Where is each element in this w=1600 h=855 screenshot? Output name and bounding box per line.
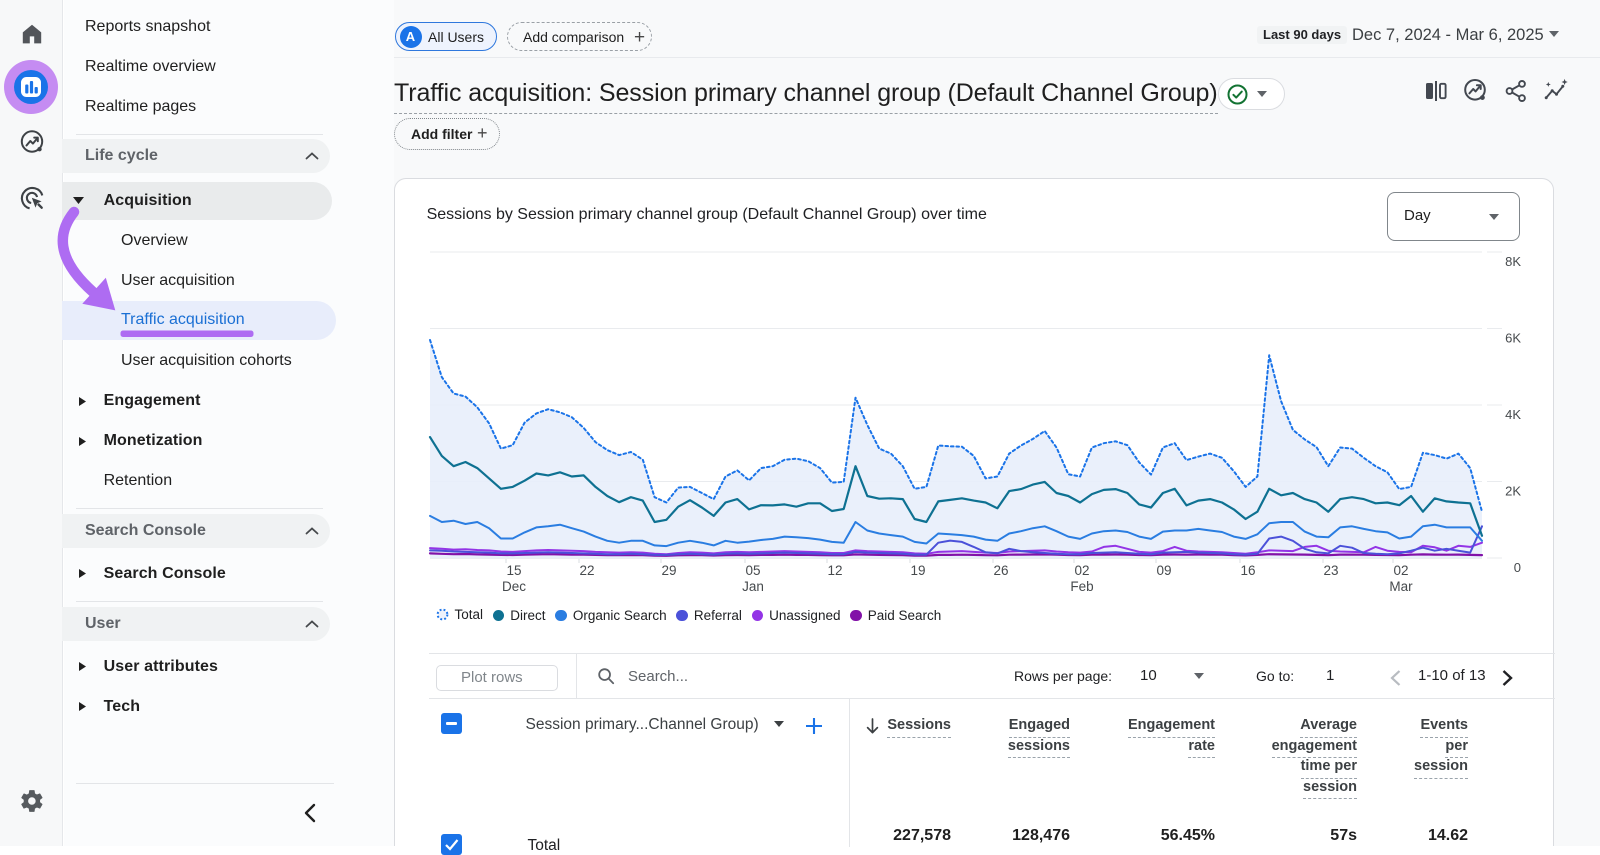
svg-text:Mar: Mar	[1389, 579, 1413, 594]
svg-text:02: 02	[1393, 563, 1408, 578]
svg-text:Dec: Dec	[502, 579, 526, 594]
svg-text:4K: 4K	[1505, 407, 1521, 422]
svg-text:29: 29	[661, 563, 676, 578]
svg-text:19: 19	[910, 563, 925, 578]
svg-text:Feb: Feb	[1070, 579, 1093, 594]
svg-text:8K: 8K	[1505, 254, 1521, 269]
svg-text:02: 02	[1074, 563, 1089, 578]
svg-text:2K: 2K	[1505, 484, 1521, 499]
svg-text:0: 0	[1514, 560, 1521, 575]
svg-text:05: 05	[745, 563, 760, 578]
svg-text:Jan: Jan	[742, 579, 764, 594]
svg-text:23: 23	[1323, 563, 1338, 578]
svg-text:09: 09	[1156, 563, 1171, 578]
svg-text:15: 15	[506, 563, 521, 578]
svg-text:16: 16	[1240, 563, 1255, 578]
svg-text:6K: 6K	[1505, 331, 1521, 346]
svg-text:26: 26	[993, 563, 1008, 578]
svg-text:12: 12	[827, 563, 842, 578]
svg-text:22: 22	[579, 563, 594, 578]
